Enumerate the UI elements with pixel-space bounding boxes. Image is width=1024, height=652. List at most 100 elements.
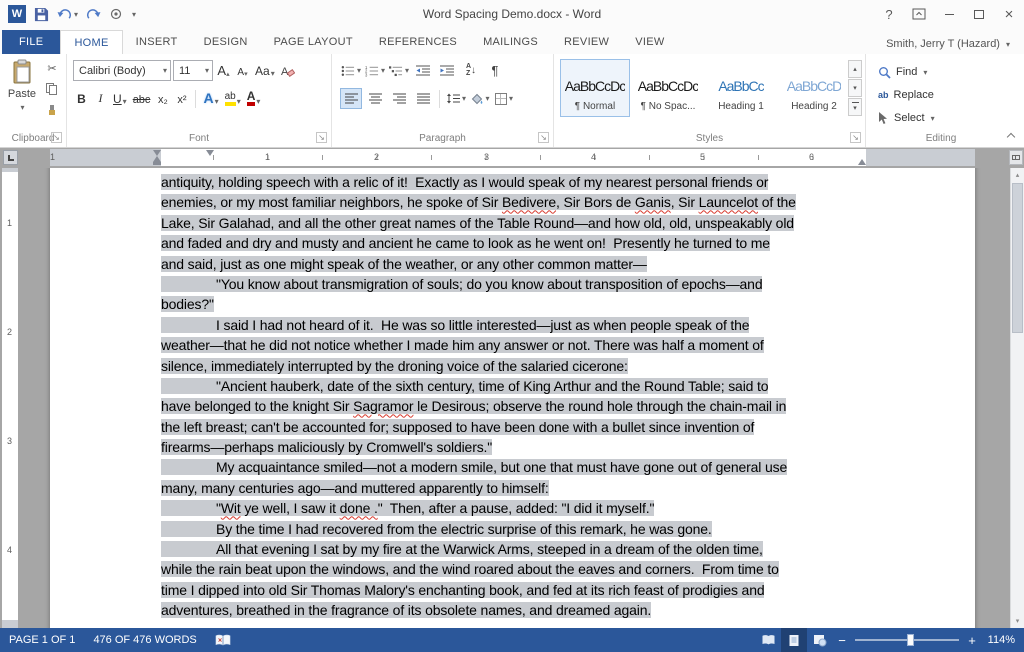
multilevel-list-button[interactable]: ▾ bbox=[388, 60, 410, 81]
clipboard-dialog-launcher[interactable]: ↘ bbox=[51, 132, 62, 143]
replace-button[interactable]: ab Replace bbox=[878, 85, 934, 105]
text-line[interactable]: weather—that he did not notice whether I… bbox=[161, 335, 871, 355]
styles-dialog-launcher[interactable]: ↘ bbox=[850, 132, 861, 143]
font-name-select[interactable]: Calibri (Body) ▾ bbox=[73, 60, 171, 81]
tab-home[interactable]: HOME bbox=[60, 30, 123, 54]
tab-view[interactable]: VIEW bbox=[622, 30, 677, 54]
left-indent-marker[interactable] bbox=[153, 162, 161, 165]
help-button[interactable]: ? bbox=[874, 0, 904, 28]
text-line[interactable]: while the rain beat upon the windows, an… bbox=[161, 559, 871, 579]
styles-scroll-down-button[interactable]: ▾ bbox=[848, 79, 862, 97]
right-indent-marker[interactable] bbox=[858, 159, 866, 165]
shading-button[interactable]: ▾ bbox=[469, 88, 491, 109]
save-button[interactable] bbox=[34, 4, 49, 24]
text-line[interactable]: many, many centuries ago—and muttered ap… bbox=[161, 478, 871, 498]
tab-references[interactable]: REFERENCES bbox=[366, 30, 470, 54]
borders-button[interactable]: ▾ bbox=[493, 88, 515, 109]
superscript-button[interactable]: x² bbox=[173, 88, 190, 109]
text-line[interactable]: silence, immediately interrupted by the … bbox=[161, 356, 871, 376]
print-layout-button[interactable] bbox=[781, 628, 807, 652]
text-line[interactable]: time I dipped into old Sir Thomas Malory… bbox=[161, 580, 871, 600]
highlight-button[interactable]: ab ▾ bbox=[223, 88, 243, 109]
find-button[interactable]: Find ▾ bbox=[878, 62, 927, 82]
tab-insert[interactable]: INSERT bbox=[123, 30, 191, 54]
text-line[interactable]: and faded and dry and musty and ancient … bbox=[161, 233, 871, 253]
justify-button[interactable] bbox=[412, 88, 434, 109]
ruler-toggle-button[interactable] bbox=[1009, 150, 1023, 165]
decrease-indent-button[interactable] bbox=[412, 60, 434, 81]
zoom-slider[interactable] bbox=[855, 634, 959, 646]
change-case-button[interactable]: Aa ▾ bbox=[253, 60, 277, 81]
tab-file[interactable]: FILE bbox=[2, 30, 61, 54]
align-right-button[interactable] bbox=[388, 88, 410, 109]
text-effects-button[interactable]: A ▾ bbox=[201, 88, 220, 109]
scroll-up-arrow[interactable]: ▴ bbox=[1011, 168, 1024, 182]
font-color-button[interactable]: A ▾ bbox=[245, 88, 263, 109]
text-line[interactable]: By the time I had recovered from the ele… bbox=[161, 519, 871, 539]
scroll-down-arrow[interactable]: ▾ bbox=[1011, 614, 1024, 628]
numbering-button[interactable]: 123 ▾ bbox=[364, 60, 386, 81]
text-line[interactable]: the left breast; can't be accounted for;… bbox=[161, 417, 871, 437]
text-line[interactable]: bodies?" bbox=[161, 294, 871, 314]
font-dialog-launcher[interactable]: ↘ bbox=[316, 132, 327, 143]
text-line[interactable]: firearms—perhaps maliciously by Cromwell… bbox=[161, 437, 871, 457]
text-line[interactable]: and said, just as one might speak of the… bbox=[161, 254, 871, 274]
cut-button[interactable]: ✂ bbox=[44, 61, 60, 75]
increase-indent-button[interactable] bbox=[436, 60, 458, 81]
text-line[interactable]: Lake, Sir Galahad, and all the other gre… bbox=[161, 213, 871, 233]
strikethrough-button[interactable]: abc bbox=[131, 88, 153, 109]
align-center-button[interactable] bbox=[364, 88, 386, 109]
tab-mailings[interactable]: MAILINGS bbox=[470, 30, 551, 54]
grow-font-button[interactable]: A ▴ bbox=[215, 60, 232, 81]
text-line[interactable]: I said I had not heard of it. He was so … bbox=[161, 315, 871, 335]
tab-stop-marker[interactable] bbox=[206, 150, 214, 156]
line-spacing-button[interactable]: ▾ bbox=[445, 88, 467, 109]
text-line[interactable]: adventures, breathed in the fragrance of… bbox=[161, 600, 871, 620]
tab-design[interactable]: DESIGN bbox=[191, 30, 261, 54]
copy-button[interactable] bbox=[44, 82, 60, 96]
shrink-font-button[interactable]: A ▾ bbox=[234, 60, 251, 81]
text-line[interactable]: "Ancient hauberk, date of the sixth cent… bbox=[161, 376, 871, 396]
show-hide-pilcrow-button[interactable]: ¶ bbox=[484, 60, 506, 81]
bold-button[interactable]: B bbox=[73, 88, 90, 109]
zoom-slider-thumb[interactable] bbox=[907, 634, 914, 646]
read-mode-button[interactable] bbox=[755, 628, 781, 652]
style-normal[interactable]: AaBbCcDc ¶ Normal bbox=[560, 59, 630, 117]
word-count[interactable]: 476 OF 476 WORDS bbox=[84, 628, 205, 652]
styles-more-button[interactable]: ▾ bbox=[848, 98, 862, 116]
undo-button[interactable]: ▾ bbox=[57, 4, 78, 24]
sort-button[interactable]: A Z ↓ bbox=[460, 60, 482, 81]
vertical-scrollbar[interactable]: ▴ ▾ bbox=[1010, 168, 1024, 628]
horizontal-ruler[interactable]: 1 1 2 3 4 5 6 bbox=[0, 148, 1024, 168]
redo-button[interactable] bbox=[86, 4, 101, 24]
subscript-button[interactable]: x₂ bbox=[154, 88, 171, 109]
close-button[interactable]: × bbox=[994, 0, 1024, 28]
document-page[interactable]: antiquity, holding speech with a relic o… bbox=[50, 168, 975, 628]
style-heading-2[interactable]: AaBbCcD Heading 2 bbox=[779, 59, 849, 117]
account-menu[interactable]: Smith, Jerry T (Hazard) ▾ bbox=[886, 38, 1024, 54]
ribbon-display-options-button[interactable] bbox=[904, 0, 934, 28]
text-line[interactable]: My acquaintance smiled—not a modern smil… bbox=[161, 457, 871, 477]
proofing-status[interactable]: × bbox=[206, 628, 240, 652]
text-line[interactable]: enemies, or my most familiar neighbors, … bbox=[161, 192, 871, 212]
text-line[interactable]: "You know about transmigration of souls;… bbox=[161, 274, 871, 294]
select-button[interactable]: Select ▾ bbox=[878, 108, 935, 128]
styles-scroll-up-button[interactable]: ▴ bbox=[848, 60, 862, 78]
customize-qat-button[interactable]: ▾ bbox=[131, 4, 136, 24]
style-heading-1[interactable]: AaBbCc Heading 1 bbox=[706, 59, 776, 117]
style-no-spacing[interactable]: AaBbCcDc ¶ No Spac... bbox=[633, 59, 703, 117]
web-layout-button[interactable] bbox=[807, 628, 833, 652]
underline-button[interactable]: U ▾ bbox=[111, 88, 129, 109]
paragraph-dialog-launcher[interactable]: ↘ bbox=[538, 132, 549, 143]
text-line[interactable]: have belonged to the knight Sir Sagramor… bbox=[161, 396, 871, 416]
zoom-percentage[interactable]: 114% bbox=[981, 634, 1019, 646]
clear-formatting-button[interactable]: A bbox=[279, 60, 297, 81]
zoom-out-button[interactable]: − bbox=[833, 633, 851, 648]
page-indicator[interactable]: PAGE 1 OF 1 bbox=[0, 628, 84, 652]
font-size-select[interactable]: 11 ▾ bbox=[173, 60, 213, 81]
paste-button[interactable]: Paste ▾ bbox=[3, 59, 41, 127]
format-painter-button[interactable] bbox=[44, 103, 60, 117]
zoom-in-button[interactable]: + bbox=[963, 633, 981, 648]
minimize-button[interactable] bbox=[934, 0, 964, 28]
bullets-button[interactable]: ▾ bbox=[340, 60, 362, 81]
